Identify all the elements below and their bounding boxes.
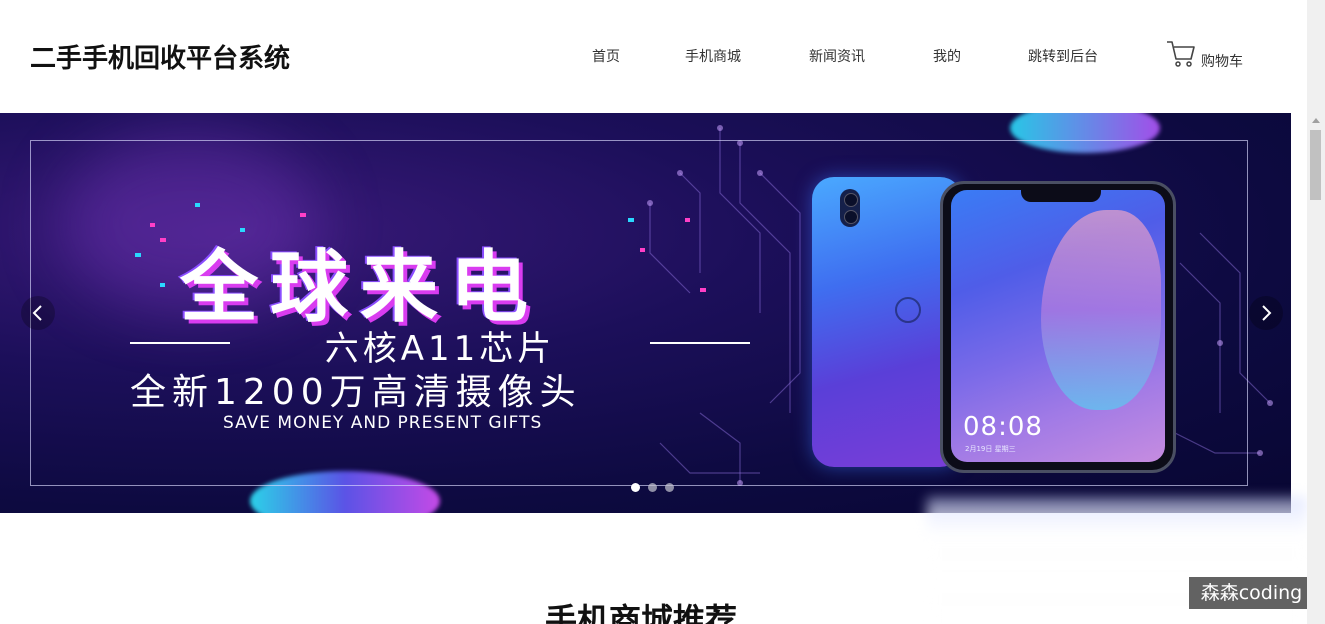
camera-module-icon <box>840 189 860 227</box>
chevron-right-icon <box>1262 305 1272 321</box>
section-title: 手机商城推荐 <box>545 601 738 624</box>
chevron-left-icon <box>32 305 42 321</box>
cart-label: 购物车 <box>1201 54 1243 70</box>
carousel-indicator-2[interactable] <box>648 483 657 492</box>
watermark: 森森coding <box>1189 577 1314 609</box>
main-nav: 首页 手机商城 新闻资讯 我的 跳转到后台 <box>0 46 1307 66</box>
screen-wallpaper <box>1041 210 1161 410</box>
phone-time: 08:08 <box>963 412 1043 442</box>
phone-notch <box>1021 190 1101 202</box>
divider-line-left <box>130 342 230 344</box>
carousel-indicator-1[interactable] <box>631 483 640 492</box>
banner-carousel[interactable]: 全球来电 六核A11芯片 全新1200万高清摄像头 SAVE MONEY AND… <box>0 113 1291 513</box>
banner-subline1-wrap: 六核A11芯片 <box>130 321 750 369</box>
carousel-next-button[interactable] <box>1249 296 1283 330</box>
nav-item-news[interactable]: 新闻资讯 <box>809 46 865 66</box>
nav-item-mine[interactable]: 我的 <box>933 46 961 66</box>
nav-item-home[interactable]: 首页 <box>592 46 620 66</box>
site-header: 二手手机回收平台系统 首页 手机商城 新闻资讯 我的 跳转到后台 购物车 <box>0 0 1307 113</box>
fingerprint-sensor-icon <box>895 297 921 323</box>
phone-screen: 08:08 2月19日 星期三 <box>951 190 1165 462</box>
cart-icon <box>1167 41 1195 67</box>
page-scrollbar[interactable] <box>1307 0 1325 624</box>
banner-subline2: 全新1200万高清摄像头 <box>130 372 582 413</box>
page: 二手手机回收平台系统 首页 手机商城 新闻资讯 我的 跳转到后台 购物车 全球来… <box>0 0 1325 624</box>
divider-line-right <box>650 342 750 344</box>
banner-subline3: SAVE MONEY AND PRESENT GIFTS <box>223 413 543 433</box>
scroll-up-button[interactable] <box>1307 113 1325 129</box>
carousel-prev-button[interactable] <box>21 296 55 330</box>
carousel-indicator-3[interactable] <box>665 483 674 492</box>
triangle-up-icon <box>1312 118 1320 123</box>
scrollbar-thumb[interactable] <box>1310 130 1321 200</box>
nav-item-shop[interactable]: 手机商城 <box>685 46 741 66</box>
phone-date: 2月19日 星期三 <box>965 445 1016 453</box>
nav-item-admin[interactable]: 跳转到后台 <box>1028 46 1098 66</box>
phone-front-image: 08:08 2月19日 星期三 <box>940 181 1176 473</box>
